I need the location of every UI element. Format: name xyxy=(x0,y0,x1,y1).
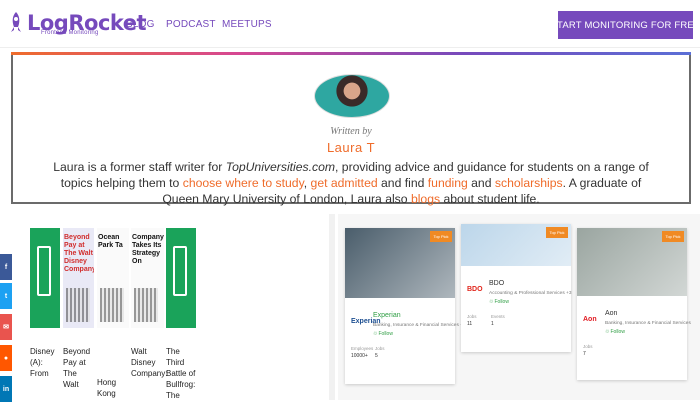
book-title[interactable]: Beyond Pay at The Walt xyxy=(63,346,94,390)
nav-meetups[interactable]: MEETUPS xyxy=(222,19,272,30)
rocket-icon xyxy=(11,12,21,32)
top-pick-badge: Top Pick xyxy=(546,227,568,238)
linkedin-icon: in xyxy=(2,385,10,393)
company-industry: Accounting & Professional Services +3 xyxy=(489,291,572,296)
book-title[interactable]: The Third Battle of Bullfrog: The xyxy=(166,346,196,401)
book-cover-graphic xyxy=(100,288,124,322)
twitter-icon: t xyxy=(4,292,8,300)
company-card[interactable]: Top Pick BDO BDO Accounting & Professional … xyxy=(461,224,572,352)
nav-podcast[interactable]: PODCAST xyxy=(166,19,216,30)
company-stat-label: Jobs xyxy=(467,314,477,319)
company-industry: Banking, Insurance & Financial Services … xyxy=(373,323,466,328)
company-stat-value: 11 xyxy=(467,321,473,327)
linkedin-share-button[interactable]: in xyxy=(0,376,12,402)
company-name[interactable]: BDO xyxy=(489,280,504,287)
follow-button[interactable]: ♲ Follow xyxy=(605,329,625,335)
bio-link[interactable]: funding xyxy=(428,176,468,190)
author-avatar xyxy=(314,74,390,118)
reddit-icon: ● xyxy=(3,354,9,362)
book-cover-emblem xyxy=(173,246,187,296)
top-pick-badge: Top Pick xyxy=(430,231,452,242)
follow-icon: ♲ xyxy=(605,329,610,335)
facebook-icon: f xyxy=(4,263,8,271)
twitter-share-button[interactable]: t xyxy=(0,283,12,309)
reddit-share-button[interactable]: ● xyxy=(0,345,12,371)
company-stat-label: Events xyxy=(491,314,505,319)
email-icon: ✉ xyxy=(3,324,9,331)
bio-link[interactable]: choose where to study xyxy=(183,176,304,190)
company-name[interactable]: Aon xyxy=(605,310,617,317)
book-title[interactable]: Disney (A): From xyxy=(30,346,60,379)
book-cover[interactable]: Beyond Pay at The Walt Disney Company xyxy=(63,228,94,328)
author-card: Written by Laura T Laura is a former sta… xyxy=(11,52,691,206)
follow-button[interactable]: ♲ Follow xyxy=(373,331,393,337)
book-cover-graphic xyxy=(66,288,90,322)
follow-label: Follow xyxy=(610,329,625,335)
book-cover[interactable] xyxy=(30,228,60,328)
company-stat-label: Jobs xyxy=(583,344,593,349)
company-card[interactable]: Top Pick Aon Aon Banking, Insurance & Finan… xyxy=(577,228,691,380)
follow-icon: ♲ xyxy=(489,299,494,305)
follow-label: Follow xyxy=(378,331,393,337)
author-name[interactable]: Laura T xyxy=(13,140,689,155)
follow-button[interactable]: ♲ Follow xyxy=(489,299,509,305)
company-stat-value: 10000+ xyxy=(351,353,368,359)
email-share-button[interactable]: ✉ xyxy=(0,314,12,340)
book-title[interactable]: Walt Disney Company: xyxy=(131,346,167,379)
book-title[interactable]: Hong Kong xyxy=(97,377,129,399)
company-logo: BDO xyxy=(467,286,483,293)
follow-icon: ♲ xyxy=(373,331,378,337)
bio-link[interactable]: scholarships xyxy=(495,176,563,190)
facebook-share-button[interactable]: f xyxy=(0,254,12,280)
company-industry: Banking, Insurance & Financial Services xyxy=(605,321,691,326)
start-monitoring-button[interactable]: START MONITORING FOR FREE xyxy=(551,11,700,39)
bio-site-name: TopUniversities.com xyxy=(225,160,336,174)
book-cover[interactable]: Company Takes Its Strategy On xyxy=(131,228,164,328)
author-bio: Laura is a former staff writer for TopUn… xyxy=(53,160,649,206)
nav-blog[interactable]: BLOG xyxy=(126,19,155,30)
top-navbar: LogRocket Frontend Monitoring BLOG PODCA… xyxy=(0,0,700,48)
book-cover-emblem xyxy=(37,246,51,296)
book-cover-title: Company Takes Its Strategy On xyxy=(132,234,164,265)
company-stat-label: Jobs xyxy=(375,346,385,351)
book-cover-title: Ocean Park Ta xyxy=(98,234,123,249)
company-card[interactable]: Top Pick Experian Experian Banking, Insuran… xyxy=(345,228,466,384)
bio-link[interactable]: blogs xyxy=(411,192,440,206)
company-stat-label: Employees xyxy=(351,346,374,351)
book-cover[interactable] xyxy=(166,228,196,328)
book-cover[interactable]: Ocean Park Ta xyxy=(97,228,129,328)
follow-label: Follow xyxy=(494,299,509,305)
written-by-label: Written by xyxy=(330,126,372,137)
book-cover-title: Beyond Pay at The Walt Disney Company xyxy=(64,234,94,273)
company-name[interactable]: Experian xyxy=(373,312,401,319)
bio-link[interactable]: get admitted xyxy=(311,176,378,190)
company-logo: Aon xyxy=(583,316,597,323)
company-stat-value: 1 xyxy=(491,321,494,327)
company-stat-value: 7 xyxy=(583,351,586,357)
top-pick-badge: Top Pick xyxy=(662,231,684,242)
company-stat-value: 5 xyxy=(375,353,378,359)
book-cover-graphic xyxy=(134,288,158,322)
brand-subtitle: Frontend Monitoring xyxy=(41,30,99,36)
